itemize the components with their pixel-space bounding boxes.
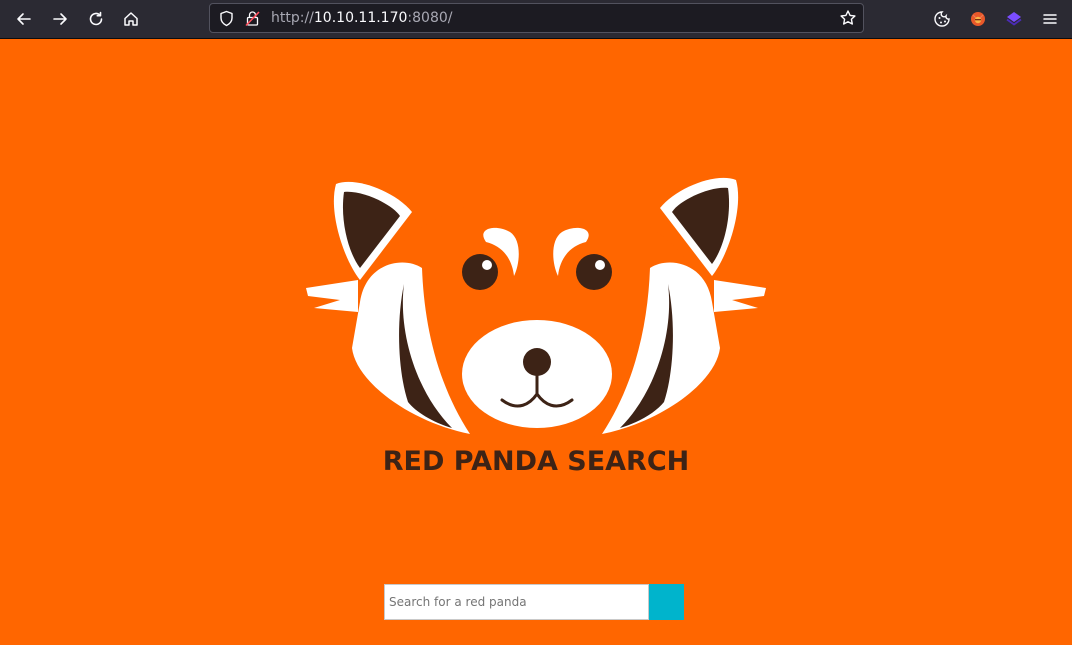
arrow-right-icon: [53, 13, 67, 25]
url-host: 10.10.11.170: [313, 10, 408, 26]
cookie-icon: [934, 11, 950, 27]
hamburger-menu-icon: [1043, 14, 1057, 24]
foxyproxy-icon: [971, 12, 985, 26]
address-bar[interactable]: http://10.10.11.170:8080/: [209, 3, 864, 33]
home-icon: [124, 12, 138, 26]
app-menu-button[interactable]: [1036, 5, 1064, 33]
reload-icon: [89, 11, 103, 26]
cookie-extension-button[interactable]: [928, 5, 956, 33]
wappalyzer-icon: [1006, 12, 1022, 26]
url-scheme: http://: [271, 10, 314, 26]
star-icon[interactable]: [839, 9, 857, 27]
home-button[interactable]: [117, 5, 145, 33]
wappalyzer-extension-button[interactable]: [1000, 5, 1028, 33]
url-port: :8080/: [407, 10, 453, 26]
search-form: [384, 584, 684, 620]
browser-toolbar: http://10.10.11.170:8080/: [0, 0, 1072, 39]
page-title: RED PANDA SEARCH: [382, 446, 690, 477]
shield-icon[interactable]: [218, 10, 235, 27]
red-panda-logo-icon: [306, 177, 766, 444]
forward-button[interactable]: [46, 5, 74, 33]
insecure-lock-icon[interactable]: [244, 10, 261, 27]
reload-button[interactable]: [82, 5, 110, 33]
foxyproxy-extension-button[interactable]: [964, 5, 992, 33]
arrow-left-icon: [17, 13, 31, 25]
search-button[interactable]: [649, 584, 684, 620]
red-panda-logo: [300, 172, 772, 482]
url-text[interactable]: http://10.10.11.170:8080/: [271, 9, 452, 27]
back-button[interactable]: [10, 5, 38, 33]
search-input[interactable]: [384, 584, 649, 620]
